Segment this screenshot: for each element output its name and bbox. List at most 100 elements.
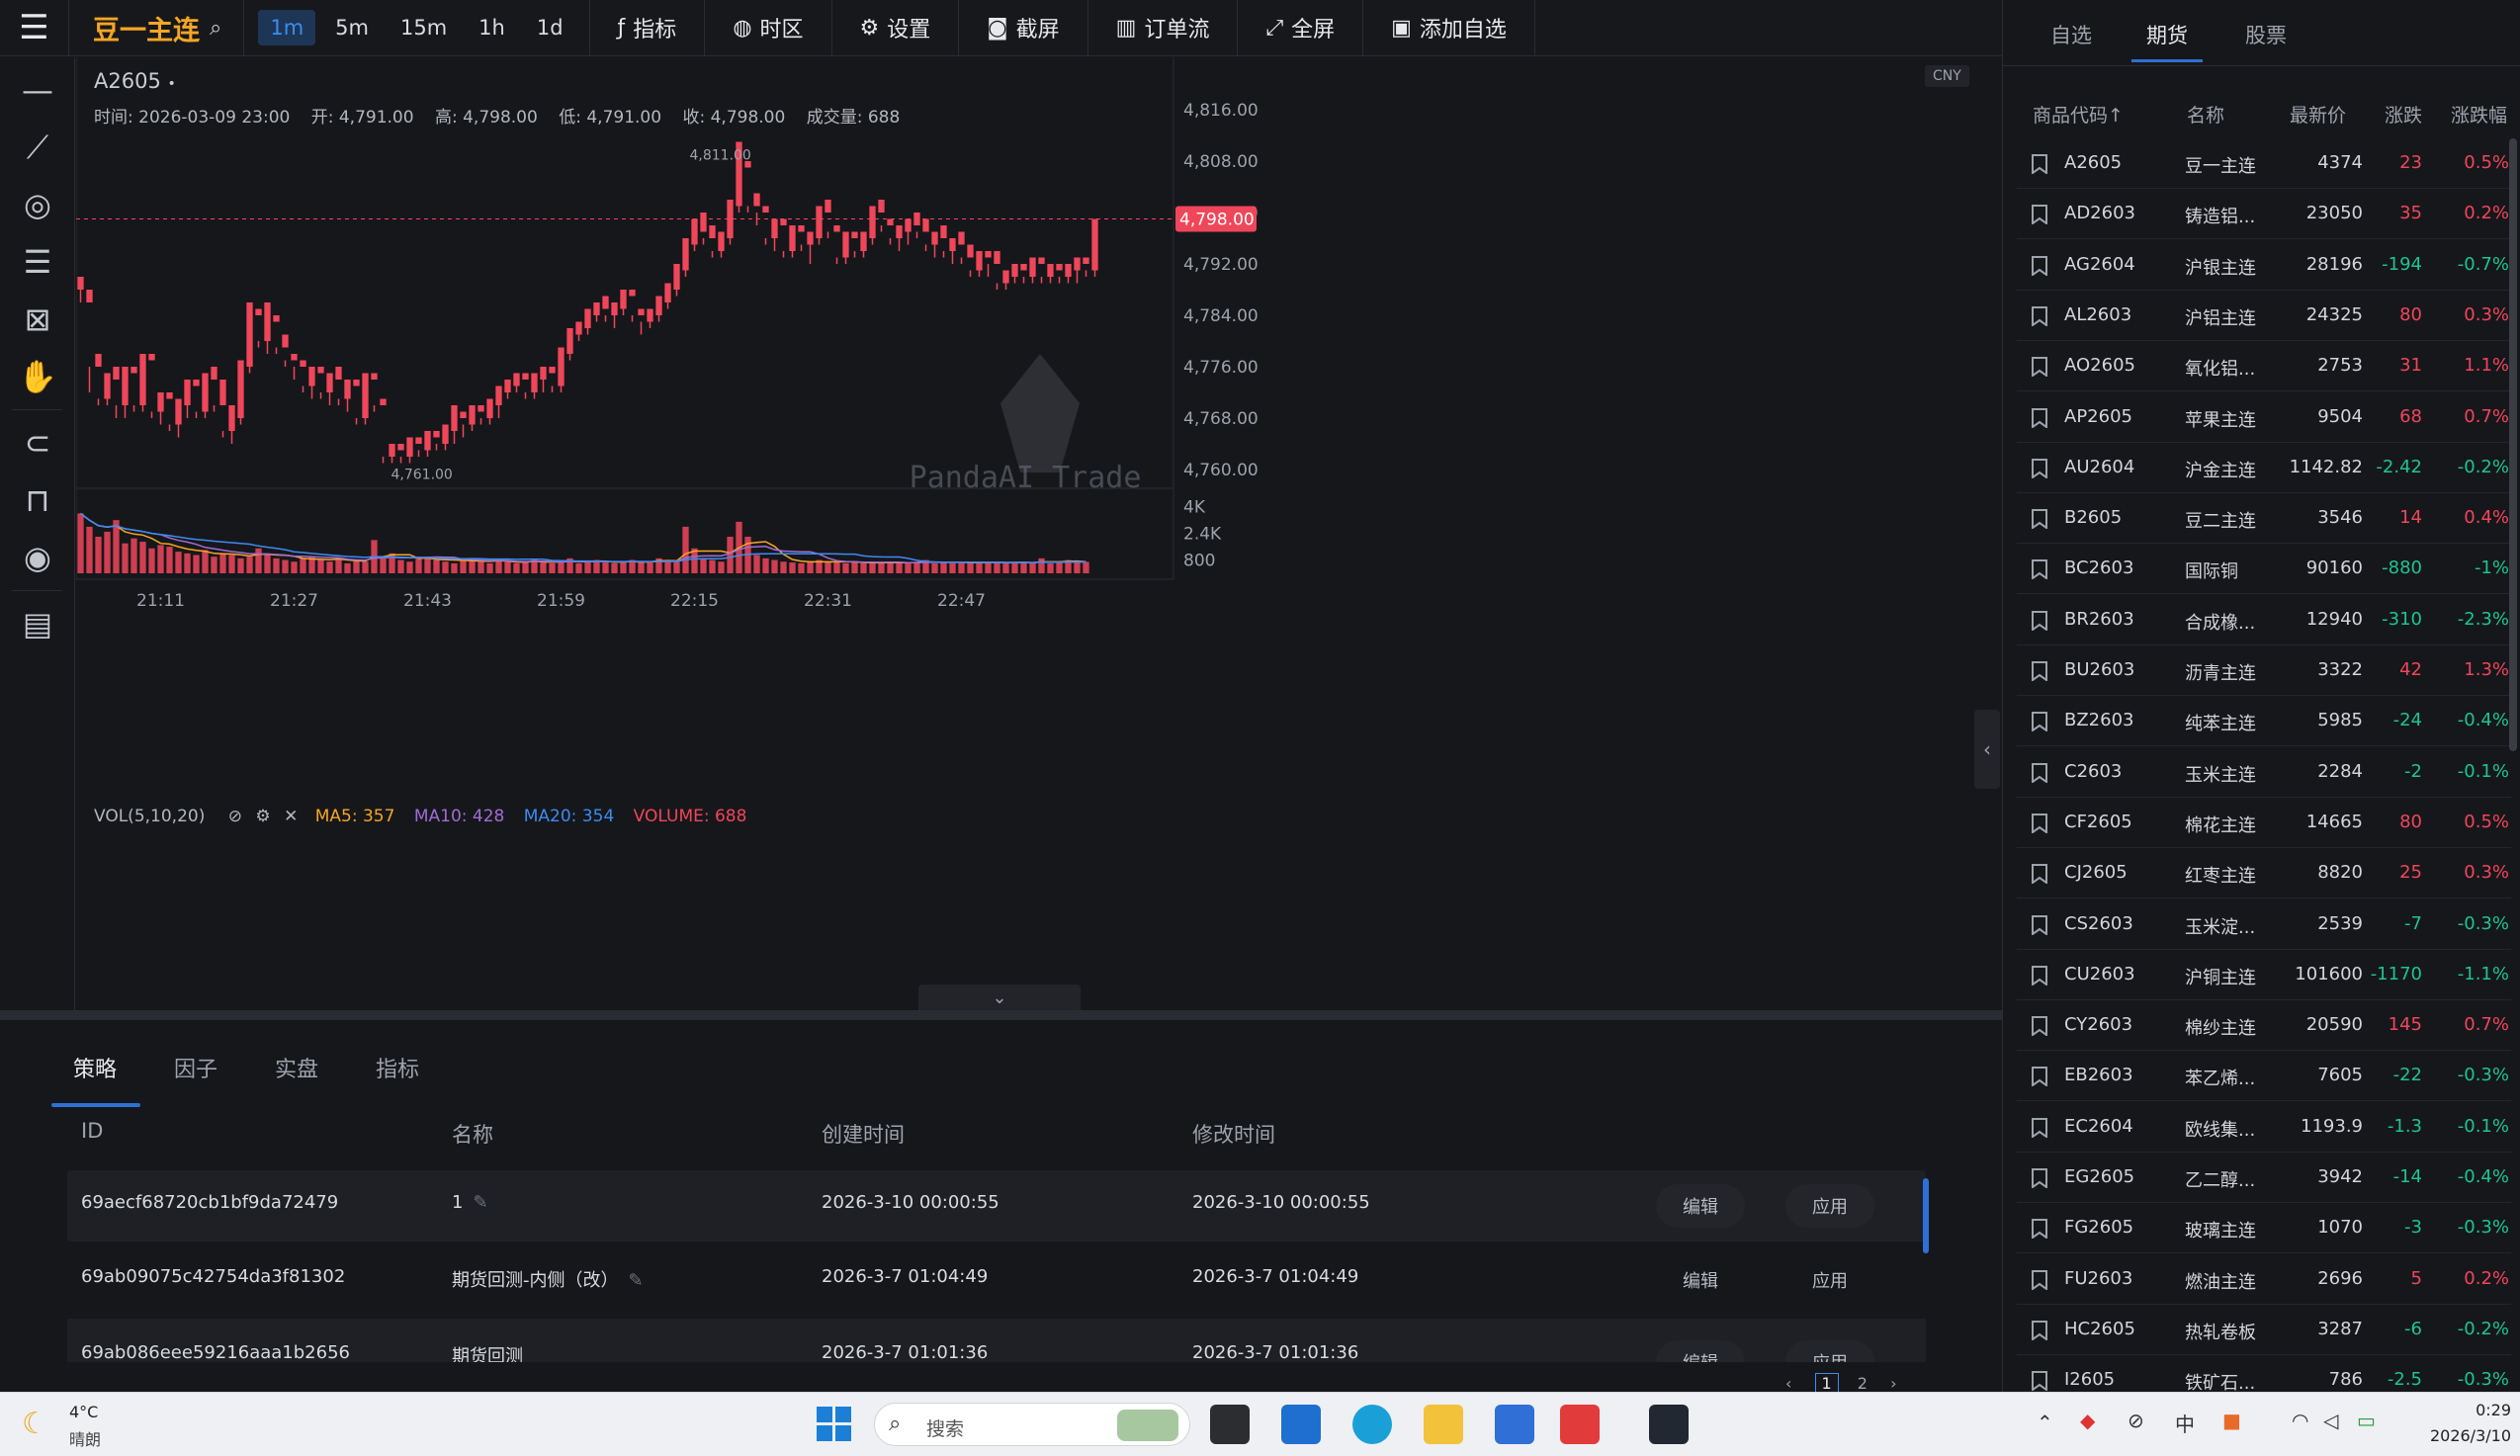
page-1[interactable]: 1 bbox=[1814, 1373, 1839, 1394]
tab-live[interactable]: 实盘 bbox=[275, 1052, 318, 1083]
interval-1d[interactable]: 1d bbox=[525, 10, 575, 45]
store-icon[interactable] bbox=[1281, 1405, 1321, 1444]
apply-button[interactable]: 应用 bbox=[1785, 1340, 1874, 1362]
edit-icon[interactable]: ✎ bbox=[473, 1192, 487, 1213]
moon-icon[interactable]: ☾ bbox=[22, 1407, 48, 1441]
edge-icon[interactable] bbox=[1352, 1405, 1392, 1444]
bookmark-icon[interactable] bbox=[2031, 864, 2048, 885]
task-view-icon[interactable] bbox=[1210, 1405, 1250, 1444]
settings-button[interactable]: ⚙ 设置 bbox=[832, 0, 960, 56]
candlestick-chart[interactable]: PandaAI Trade 4,816.004,808.004,800.004,… bbox=[76, 57, 2002, 1016]
watchlist-row[interactable]: AU2604 沪金主连 1142.82 -2.42 -0.2% bbox=[2017, 443, 2511, 493]
watchlist-row[interactable]: CU2603 沪铜主连 101600 -1170 -1.1% bbox=[2017, 950, 2511, 1000]
battery-icon[interactable]: ▭ bbox=[2357, 1409, 2376, 1432]
interval-15m[interactable]: 15m bbox=[389, 10, 459, 45]
magnet-icon[interactable]: ⊂ bbox=[0, 414, 75, 471]
trend-line-icon[interactable]: ⟋ bbox=[0, 119, 75, 176]
panel-divider[interactable] bbox=[0, 1010, 2002, 1020]
interval-1m[interactable]: 1m bbox=[258, 10, 316, 45]
fib-lines-icon[interactable]: ☰ bbox=[0, 233, 75, 291]
watchlist-row[interactable]: AP2605 苹果主连 9504 68 0.7% bbox=[2017, 392, 2511, 443]
bookmark-icon[interactable] bbox=[2031, 1168, 2048, 1188]
search-icon[interactable]: ⌕ bbox=[210, 16, 221, 41]
wifi-icon[interactable]: ◠ bbox=[2292, 1409, 2308, 1432]
col-code[interactable]: 商品代码↑ bbox=[2033, 101, 2124, 128]
eye-icon[interactable]: ◉ bbox=[0, 529, 75, 586]
bookmark-icon[interactable] bbox=[2031, 509, 2048, 530]
bookmark-icon[interactable] bbox=[2031, 661, 2048, 681]
lock-icon[interactable]: ⊓ bbox=[0, 471, 75, 529]
bookmark-icon[interactable] bbox=[2031, 458, 2048, 478]
symbol-selector[interactable]: 豆一主连 ⌕ bbox=[69, 0, 245, 56]
bookmark-icon[interactable] bbox=[2031, 1067, 2048, 1087]
orderflow-button[interactable]: ▥ 订单流 bbox=[1088, 0, 1239, 56]
bookmark-icon[interactable] bbox=[2031, 610, 2048, 631]
scrollbar-thumb[interactable] bbox=[2509, 138, 2517, 751]
tab-factor[interactable]: 因子 bbox=[174, 1052, 217, 1083]
menu-icon[interactable]: ☰ bbox=[0, 0, 69, 56]
interval-5m[interactable]: 5m bbox=[323, 10, 381, 45]
watchlist-row[interactable]: CS2603 玉米淀... 2539 -7 -0.3% bbox=[2017, 899, 2511, 950]
bookmark-icon[interactable] bbox=[2031, 154, 2048, 174]
watchlist-row[interactable]: EG2605 乙二醇... 3942 -14 -0.4% bbox=[2017, 1153, 2511, 1203]
hand-icon[interactable]: ✋ bbox=[0, 348, 75, 405]
next-page-icon[interactable]: › bbox=[1890, 1374, 1896, 1393]
horizontal-line-icon[interactable]: — bbox=[0, 61, 75, 119]
watchlist-row[interactable]: FU2603 燃油主连 2696 5 0.2% bbox=[2017, 1254, 2511, 1305]
watchlist-row[interactable]: BZ2603 纯苯主连 5985 -24 -0.4% bbox=[2017, 696, 2511, 747]
bookmark-icon[interactable] bbox=[2031, 762, 2048, 783]
watchlist-row[interactable]: C2603 玉米主连 2284 -2 -0.1% bbox=[2017, 747, 2511, 798]
table-row[interactable]: 69ab09075c42754da3f81302 期货回测-内侧（改） ✎ 202… bbox=[67, 1244, 1926, 1316]
ime-indicator[interactable]: 中 bbox=[2175, 1409, 2195, 1437]
apply-button[interactable]: 应用 bbox=[1785, 1184, 1874, 1228]
watchlist-row[interactable]: AO2605 氧化铝... 2753 31 1.1% bbox=[2017, 341, 2511, 392]
chart-area[interactable]: PandaAI Trade 4,816.004,808.004,800.004,… bbox=[76, 57, 2002, 1016]
eye-off-icon[interactable]: ⊘ bbox=[228, 807, 242, 826]
weather-temp[interactable]: 4°C bbox=[69, 1403, 98, 1421]
weather-desc[interactable]: 晴朗 bbox=[69, 1426, 101, 1450]
tab-favorites[interactable]: 自选 bbox=[2050, 20, 2092, 49]
scrollbar-thumb[interactable] bbox=[1923, 1178, 1929, 1253]
watchlist-row[interactable]: FG2605 玻璃主连 1070 -3 -0.3% bbox=[2017, 1203, 2511, 1254]
trading-app-icon[interactable] bbox=[1649, 1405, 1689, 1444]
page-2[interactable]: 2 bbox=[1858, 1374, 1868, 1393]
watchlist-row[interactable]: BC2603 国际铜 90160 -880 -1% bbox=[2017, 544, 2511, 595]
bookmark-icon[interactable] bbox=[2031, 1371, 2048, 1392]
prev-page-icon[interactable]: ‹ bbox=[1785, 1374, 1791, 1393]
bookmark-icon[interactable] bbox=[2031, 813, 2048, 833]
clock-date[interactable]: 2026/3/10 bbox=[2412, 1426, 2511, 1445]
file-explorer-icon[interactable] bbox=[1424, 1405, 1463, 1444]
tray-app-icon[interactable]: ◆ bbox=[2080, 1409, 2095, 1432]
edit-icon[interactable]: ✎ bbox=[629, 1270, 644, 1291]
shape-icon[interactable]: ⊠ bbox=[0, 291, 75, 348]
network-off-icon[interactable]: ⊘ bbox=[2128, 1409, 2144, 1432]
tray-app-icon[interactable]: ■ bbox=[2222, 1409, 2241, 1432]
timezone-button[interactable]: ◍ 时区 bbox=[705, 0, 832, 56]
start-icon[interactable] bbox=[817, 1407, 852, 1442]
bookmark-icon[interactable] bbox=[2031, 407, 2048, 428]
gear-icon[interactable]: ⚙ bbox=[255, 807, 270, 826]
interval-1h[interactable]: 1h bbox=[467, 10, 517, 45]
table-row[interactable]: 69ab086eee59216aaa1b2656 期货回测 2026-3-7 0… bbox=[67, 1319, 1926, 1362]
watchlist-row[interactable]: BR2603 合成橡... 12940 -310 -2.3% bbox=[2017, 595, 2511, 645]
collapse-right-icon[interactable]: ‹ bbox=[1974, 710, 2000, 789]
wps-icon[interactable] bbox=[1560, 1405, 1600, 1444]
chevron-up-icon[interactable]: ⌃ bbox=[2037, 1411, 2053, 1434]
tab-strategy[interactable]: 策略 bbox=[73, 1052, 117, 1083]
indicator-button[interactable]: ƒ 指标 bbox=[590, 0, 706, 56]
clock-time[interactable]: 0:29 bbox=[2432, 1401, 2511, 1419]
add-watchlist-button[interactable]: ▣ 添加自选 bbox=[1363, 0, 1535, 56]
collapse-bottom-icon[interactable]: ⌄ bbox=[918, 985, 1081, 1010]
bookmark-icon[interactable] bbox=[2031, 1016, 2048, 1037]
bookmark-icon[interactable] bbox=[2031, 1269, 2048, 1290]
close-icon[interactable]: ✕ bbox=[284, 807, 298, 826]
bookmark-icon[interactable] bbox=[2031, 1219, 2048, 1240]
watchlist-row[interactable]: AG2604 沪银主连 28196 -194 -0.7% bbox=[2017, 240, 2511, 291]
bookmark-icon[interactable] bbox=[2031, 357, 2048, 378]
apply-button[interactable]: 应用 bbox=[1785, 1258, 1874, 1302]
edit-button[interactable]: 编辑 bbox=[1656, 1184, 1745, 1228]
search-box[interactable]: ⌕ 搜索 bbox=[874, 1403, 1190, 1446]
watchlist-row[interactable]: AL2603 沪铝主连 24325 80 0.3% bbox=[2017, 291, 2511, 341]
volume-icon[interactable]: ◁ bbox=[2323, 1409, 2338, 1432]
watchlist-row[interactable]: A2605 豆一主连 4374 23 0.5% bbox=[2017, 138, 2511, 189]
